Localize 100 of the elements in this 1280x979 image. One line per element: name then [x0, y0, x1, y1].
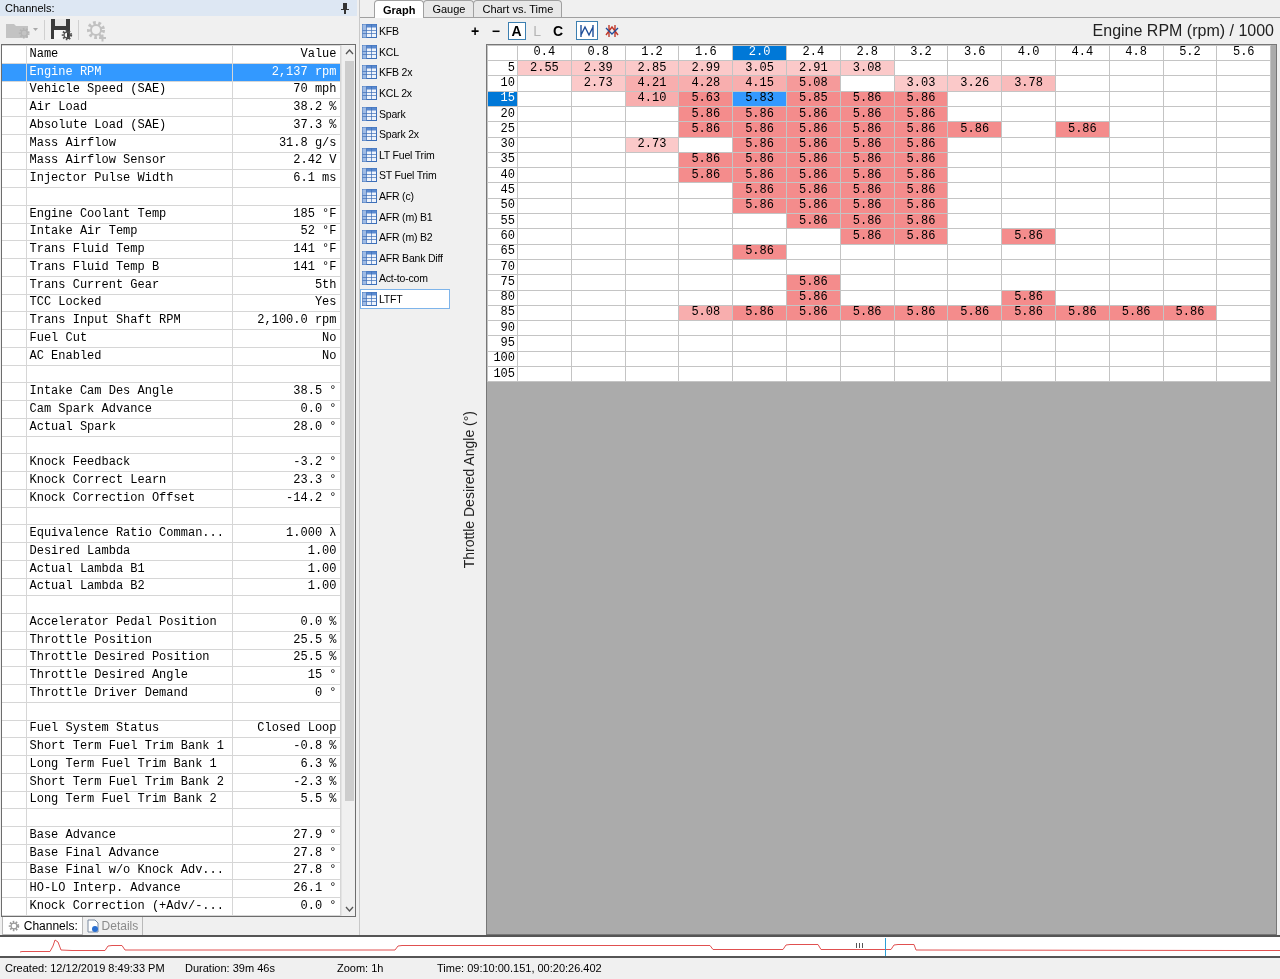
row-header[interactable]: 30	[487, 137, 518, 153]
channel-name[interactable]: Injector Pulse Width	[26, 169, 232, 188]
channel-name[interactable]: Long Term Fuel Trim Bank 1	[26, 755, 232, 774]
channel-name[interactable]: Vehicle Speed (SAE)	[26, 81, 232, 99]
row-header[interactable]: 45	[487, 182, 518, 199]
column-header[interactable]: 2.8	[840, 45, 895, 61]
channel-name[interactable]: Knock Correction Offset	[26, 489, 232, 507]
column-header[interactable]: 1.6	[678, 45, 733, 61]
table-list-item[interactable]: AFR Bank Diff	[360, 247, 450, 269]
table-list-item[interactable]: ST Fuel Trim	[360, 165, 450, 186]
column-header[interactable]: 5.6	[1216, 45, 1271, 61]
row-header[interactable]: 100	[487, 351, 518, 367]
channel-name[interactable]: Fuel Cut	[26, 329, 232, 348]
channel-name[interactable]: Trans Input Shaft RPM	[26, 311, 232, 330]
table-list-item[interactable]: KFB	[360, 21, 450, 42]
channel-name[interactable]: Trans Current Gear	[26, 276, 232, 294]
scrollbar-thumb[interactable]	[344, 61, 354, 801]
channel-name[interactable]: Intake Air Temp	[26, 223, 232, 241]
channel-name[interactable]: TCC Locked	[26, 294, 232, 312]
table-list-item[interactable]: AFR (m) B1	[360, 206, 450, 227]
channel-name[interactable]: HO-LO Interp. Advance	[26, 879, 232, 898]
row-header[interactable]: 75	[487, 274, 518, 290]
channel-name[interactable]: Throttle Desired Position	[26, 649, 232, 667]
row-header[interactable]: 65	[487, 244, 518, 260]
table-list-item[interactable]: LT Fuel Trim	[360, 144, 450, 166]
table-list-item[interactable]: Spark	[360, 103, 450, 124]
channel-name[interactable]: Actual Spark	[26, 418, 232, 436]
channel-name[interactable]: Trans Fluid Temp B	[26, 258, 232, 277]
toolbar-button[interactable]: C	[549, 21, 567, 40]
channel-name[interactable]: Equivalence Ratio Comman...	[26, 524, 232, 543]
row-header[interactable]: 70	[487, 259, 518, 275]
channel-name[interactable]: Fuel System Status	[26, 720, 232, 738]
table-list-item[interactable]: AFR (c)	[360, 185, 450, 207]
column-header[interactable]: Value	[232, 45, 340, 64]
channel-name[interactable]: Knock Feedback	[26, 453, 232, 472]
column-header[interactable]: 3.6	[947, 45, 1002, 61]
column-header[interactable]: 1.2	[625, 45, 679, 61]
row-header[interactable]: 5	[487, 60, 518, 76]
channel-name[interactable]: Mass Airflow Sensor	[26, 152, 232, 170]
toolbar-button[interactable]: +	[466, 21, 484, 40]
column-header[interactable]: 4.8	[1109, 45, 1164, 61]
table-list-item[interactable]: LTFT	[360, 288, 450, 310]
channel-name[interactable]: Accelerator Pedal Position	[26, 613, 232, 632]
view-tab[interactable]: Graph	[374, 0, 425, 18]
table-list-item[interactable]: KCL 2x	[360, 82, 450, 104]
table-list-item[interactable]: KCL	[360, 41, 450, 63]
row-header[interactable]: 85	[487, 305, 518, 321]
channel-name[interactable]: Actual Lambda B2	[26, 578, 232, 596]
channel-name[interactable]: Base Advance	[26, 826, 232, 845]
channel-name[interactable]: Knock Correct Learn	[26, 471, 232, 490]
channel-name[interactable]: Base Final Advance	[26, 844, 232, 862]
channel-name[interactable]: Knock Correction (+Adv/-...	[26, 897, 232, 916]
row-header[interactable]: 90	[487, 320, 518, 336]
row-header[interactable]: 40	[487, 167, 518, 183]
channel-name[interactable]: Short Term Fuel Trim Bank 2	[26, 773, 232, 791]
column-header[interactable]: 2.4	[786, 45, 841, 61]
table-list-item[interactable]: Act-to-com	[360, 268, 450, 289]
channel-name[interactable]: Base Final w/o Knock Adv...	[26, 862, 232, 880]
column-header[interactable]: 2.0	[732, 45, 787, 61]
channel-name[interactable]: Cam Spark Advance	[26, 400, 232, 419]
row-header[interactable]: 80	[487, 290, 518, 306]
panel-tab[interactable]: Channels:	[2, 917, 83, 935]
column-header[interactable]: Name	[26, 45, 232, 64]
channel-name[interactable]: Throttle Desired Angle	[26, 666, 232, 685]
row-header[interactable]: 60	[487, 228, 518, 245]
channel-name[interactable]: Engine Coolant Temp	[26, 205, 232, 223]
row-header[interactable]: 95	[487, 335, 518, 352]
channel-name[interactable]: Air Load	[26, 98, 232, 117]
row-header[interactable]: 10	[487, 75, 518, 92]
row-header[interactable]: 35	[487, 152, 518, 168]
row-header[interactable]: 55	[487, 213, 518, 229]
row-header[interactable]: 25	[487, 121, 518, 138]
table-list-item[interactable]: KFB 2x	[360, 62, 450, 83]
channel-name[interactable]: Throttle Driver Demand	[26, 684, 232, 703]
column-header[interactable]: 0.4	[517, 45, 572, 61]
table-list-item[interactable]: AFR (m) B2	[360, 226, 450, 248]
toolbar-button[interactable]: −	[486, 21, 505, 40]
channel-name[interactable]: Desired Lambda	[26, 542, 232, 561]
row-header[interactable]: 20	[487, 106, 518, 122]
channel-name[interactable]: AC Enabled	[26, 347, 232, 365]
column-header[interactable]: 0.8	[571, 45, 626, 61]
channel-name[interactable]: Short Term Fuel Trim Bank 1	[26, 737, 232, 756]
row-header[interactable]: 50	[487, 198, 518, 214]
channel-name[interactable]: Throttle Position	[26, 631, 232, 649]
channel-name[interactable]: Long Term Fuel Trim Bank 2	[26, 791, 232, 809]
channel-name[interactable]: Mass Airflow	[26, 134, 232, 152]
channel-name[interactable]: Intake Cam Des Angle	[26, 382, 232, 401]
view-tab[interactable]: Gauge	[423, 0, 475, 17]
column-header[interactable]: 5.2	[1163, 45, 1217, 61]
channel-name[interactable]: Actual Lambda B1	[26, 560, 232, 578]
channel-name[interactable]: Trans Fluid Temp	[26, 240, 232, 259]
view-tab[interactable]: Chart vs. Time	[473, 0, 563, 17]
toolbar-button[interactable]: A	[507, 21, 526, 40]
pin-button[interactable]	[339, 1, 351, 15]
column-header[interactable]: 4.0	[1001, 45, 1056, 61]
column-header[interactable]: 3.2	[894, 45, 948, 61]
column-header[interactable]: 4.4	[1055, 45, 1110, 61]
table-list-item[interactable]: Spark 2x	[360, 123, 450, 145]
channel-name[interactable]: Absolute Load (SAE)	[26, 116, 232, 135]
row-header[interactable]: 105	[487, 366, 518, 382]
